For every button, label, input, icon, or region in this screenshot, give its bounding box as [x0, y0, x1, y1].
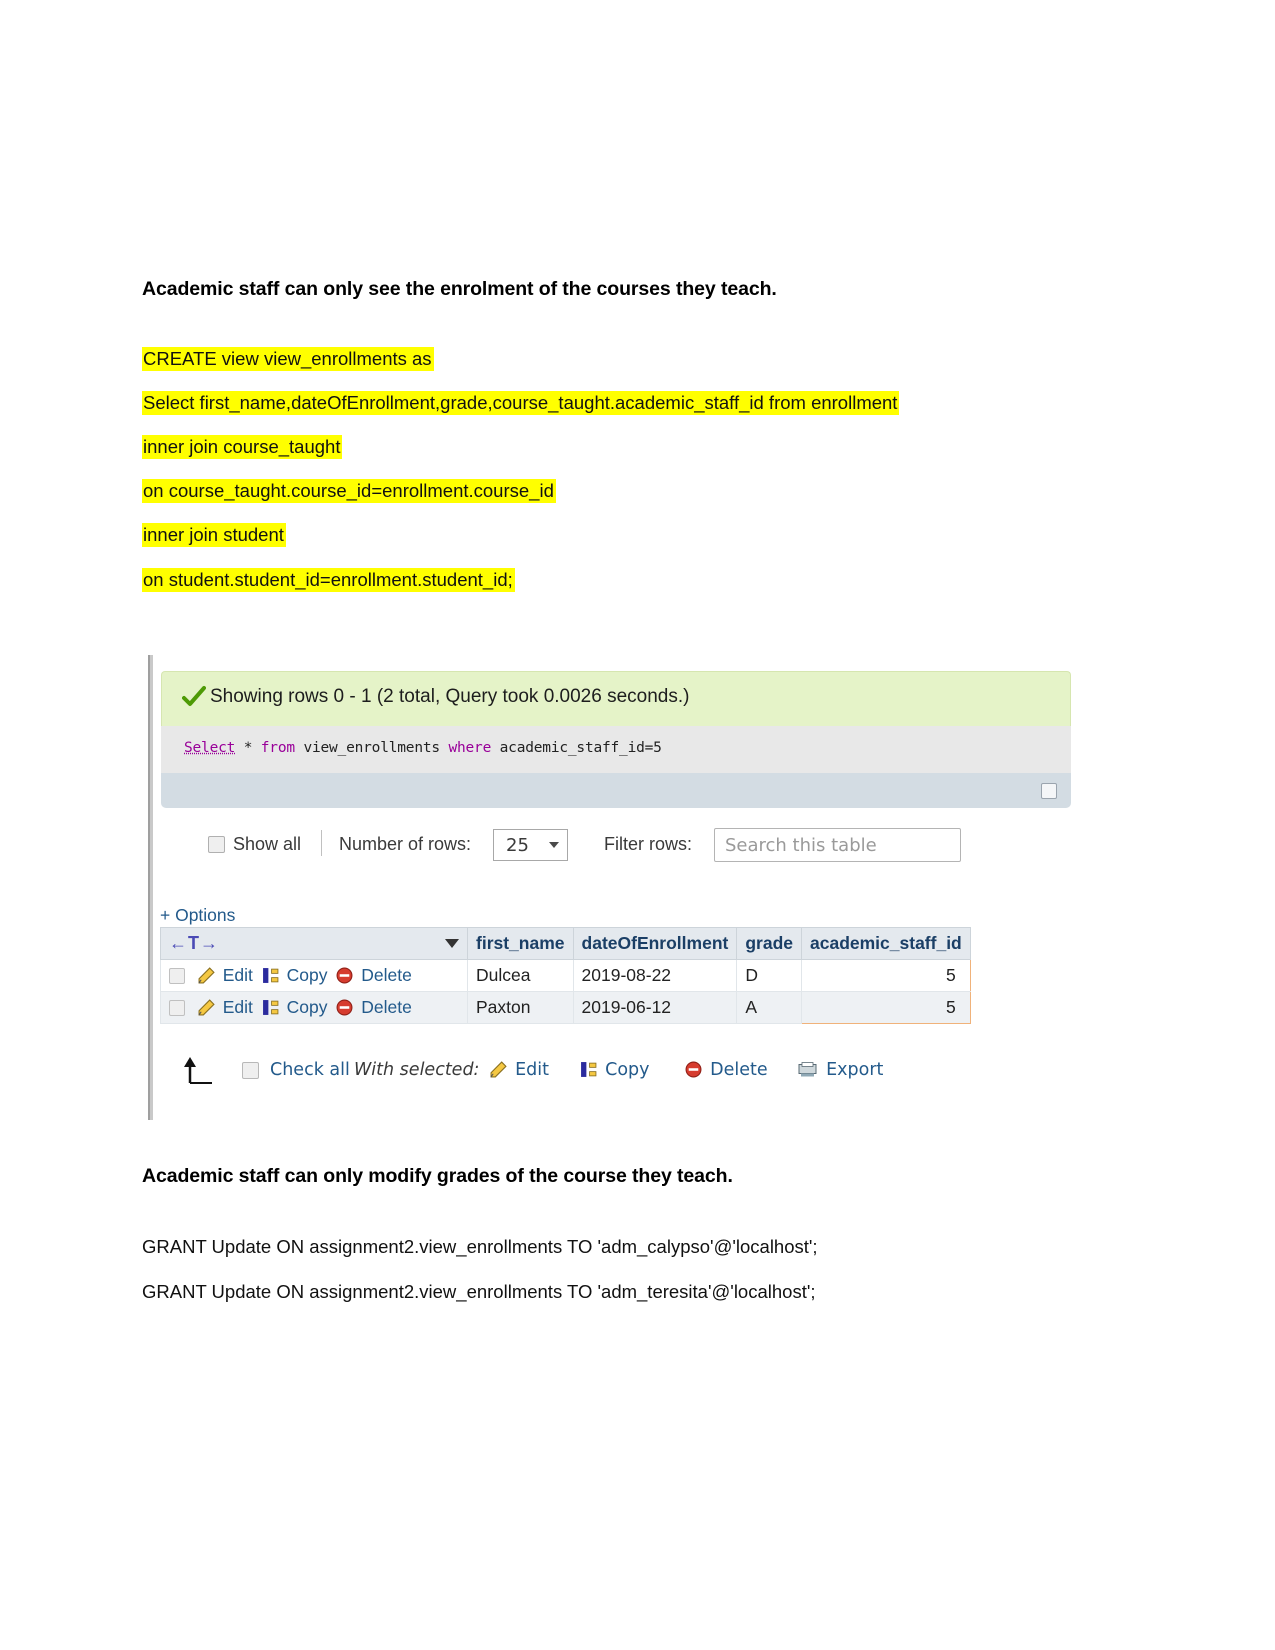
show-all-label[interactable]: Show all: [233, 834, 301, 855]
query-footer-bar: [161, 773, 1071, 808]
copy-icon: [262, 1000, 279, 1015]
bulk-action-delete-group[interactable]: Delete: [685, 1060, 768, 1080]
grant-line-2: GRANT Update ON assignment2.view_enrollm…: [142, 1281, 816, 1302]
sql-line-1: CREATE view view_enrollments as: [142, 347, 434, 371]
cell-academic-staff-id: 5: [801, 959, 971, 992]
check-icon: [182, 686, 206, 706]
sql-highlight: on course_taught.course_id=enrollment.co…: [142, 479, 556, 503]
results-table: ←T→ first_name dateOfEnrollment grade ac…: [160, 927, 971, 1024]
column-header-academic-staff-id[interactable]: academic_staff_id: [801, 927, 971, 960]
page-heading-1: Academic staff can only see the enrolmen…: [142, 278, 777, 300]
page-heading-2: Academic staff can only modify grades of…: [142, 1165, 733, 1187]
row-action-edit[interactable]: Edit: [223, 965, 253, 985]
copy-icon: [262, 968, 279, 983]
with-selected-label: With selected:: [354, 1060, 480, 1080]
sql-line-4: on course_taught.course_id=enrollment.co…: [142, 479, 556, 503]
query-text: Select * from view_enrollments where aca…: [184, 740, 662, 756]
bulk-action-copy[interactable]: Copy: [605, 1060, 649, 1080]
pencil-icon: [198, 999, 215, 1016]
pencil-icon: [198, 967, 215, 984]
cell-first-name: Paxton: [467, 991, 574, 1024]
copy-icon: [581, 1062, 597, 1077]
cell-grade: A: [736, 991, 802, 1024]
sql-keyword-from: from: [260, 740, 295, 756]
bulk-action-edit[interactable]: Edit: [515, 1060, 549, 1080]
number-of-rows-label: Number of rows:: [339, 834, 472, 854]
document-page: Academic staff can only see the enrolmen…: [0, 0, 1275, 1650]
sql-line-3: inner join course_taught: [142, 435, 343, 459]
caret-down-icon[interactable]: [445, 939, 459, 948]
column-header-grade[interactable]: grade: [736, 927, 802, 960]
number-of-rows-value: 25: [506, 835, 529, 856]
delete-icon: [336, 967, 353, 984]
row-action-delete[interactable]: Delete: [361, 997, 412, 1017]
row-action-copy[interactable]: Copy: [287, 965, 328, 985]
filter-rows-input[interactable]: Search this table: [714, 828, 961, 862]
sql-condition: academic_staff_id=5: [499, 740, 662, 756]
column-header-first-name[interactable]: first_name: [467, 927, 574, 960]
row-action-delete[interactable]: Delete: [361, 965, 412, 985]
table-header-row: ←T→ first_name dateOfEnrollment grade ac…: [160, 927, 971, 960]
cell-academic-staff-id: 5: [801, 991, 971, 1024]
sql-star: *: [243, 740, 253, 756]
bulk-action-export[interactable]: Export: [826, 1060, 883, 1080]
cell-date-of-enrollment: 2019-08-22: [572, 959, 738, 992]
sql-highlight: inner join student: [142, 523, 286, 547]
sql-highlight: inner join course_taught: [142, 435, 343, 459]
screenshot-left-edge: [148, 655, 150, 1120]
bulk-action-copy-group[interactable]: Copy: [580, 1060, 650, 1080]
filter-rows-placeholder: Search this table: [725, 835, 877, 856]
sql-keyword-select: Select: [184, 740, 236, 756]
cell-first-name: Dulcea: [467, 959, 574, 992]
sql-highlight: on student.student_id=enrollment.student…: [142, 568, 515, 592]
arrow-up-icon[interactable]: [178, 1055, 218, 1085]
number-of-rows-select[interactable]: 25: [493, 829, 568, 861]
row-action-edit[interactable]: Edit: [223, 997, 253, 1017]
sql-keyword-where: where: [448, 740, 492, 756]
delete-icon: [336, 999, 353, 1016]
show-all-checkbox[interactable]: [208, 836, 225, 853]
sql-highlight: CREATE view view_enrollments as: [142, 347, 434, 371]
sql-line-6: on student.student_id=enrollment.student…: [142, 568, 515, 592]
row-action-copy[interactable]: Copy: [287, 997, 328, 1017]
row-actions-cell: Edit Copy Delete: [160, 959, 468, 992]
results-controls: Show all Number of rows: 25 Filter rows:…: [161, 818, 1071, 870]
bulk-action-edit-group[interactable]: Edit: [490, 1060, 549, 1080]
cell-grade: D: [736, 959, 802, 992]
check-all-checkbox[interactable]: [242, 1062, 259, 1079]
filter-rows-label: Filter rows:: [604, 834, 693, 854]
table-row: Edit Copy Delete Paxton 2019-06-12 A 5: [160, 991, 971, 1024]
bulk-actions-bar: Check all With selected: Edit Copy Delet…: [160, 1050, 1040, 1090]
row-select-checkbox[interactable]: [169, 1000, 185, 1017]
bulk-action-delete[interactable]: Delete: [710, 1060, 768, 1080]
export-icon: [798, 1062, 817, 1077]
executed-query-box: Select * from view_enrollments where aca…: [161, 726, 1071, 773]
row-actions-cell: Edit Copy Delete: [160, 991, 468, 1024]
phpmyadmin-screenshot: Showing rows 0 - 1 (2 total, Query took …: [148, 655, 1073, 1120]
bulk-action-export-group[interactable]: Export: [798, 1060, 883, 1080]
chevron-down-icon: [549, 842, 559, 848]
grant-line-1: GRANT Update ON assignment2.view_enrollm…: [142, 1236, 818, 1257]
check-all-label[interactable]: Check all: [270, 1060, 350, 1080]
delete-icon: [685, 1061, 702, 1078]
sort-column-header[interactable]: ←T→: [160, 927, 468, 960]
sql-highlight: Select first_name,dateOfEnrollment,grade…: [142, 391, 900, 415]
query-footer-checkbox[interactable]: [1041, 783, 1057, 799]
query-success-banner: Showing rows 0 - 1 (2 total, Query took …: [161, 671, 1071, 726]
success-message: Showing rows 0 - 1 (2 total, Query took …: [210, 686, 690, 707]
sql-line-5: inner join student: [142, 523, 286, 547]
cell-date-of-enrollment: 2019-06-12: [572, 991, 738, 1024]
sql-line-2: Select first_name,dateOfEnrollment,grade…: [142, 391, 900, 415]
sql-view-name: view_enrollments: [303, 740, 440, 756]
options-toggle-link[interactable]: + Options: [160, 905, 235, 926]
row-select-checkbox[interactable]: [169, 968, 185, 985]
pencil-icon: [490, 1061, 507, 1078]
table-row: Edit Copy Delete Dulcea 2019-08-22 D 5: [160, 959, 971, 992]
column-header-date-of-enrollment[interactable]: dateOfEnrollment: [572, 927, 738, 960]
controls-divider: [321, 830, 322, 856]
sort-direction-label: ←T→: [169, 933, 219, 953]
